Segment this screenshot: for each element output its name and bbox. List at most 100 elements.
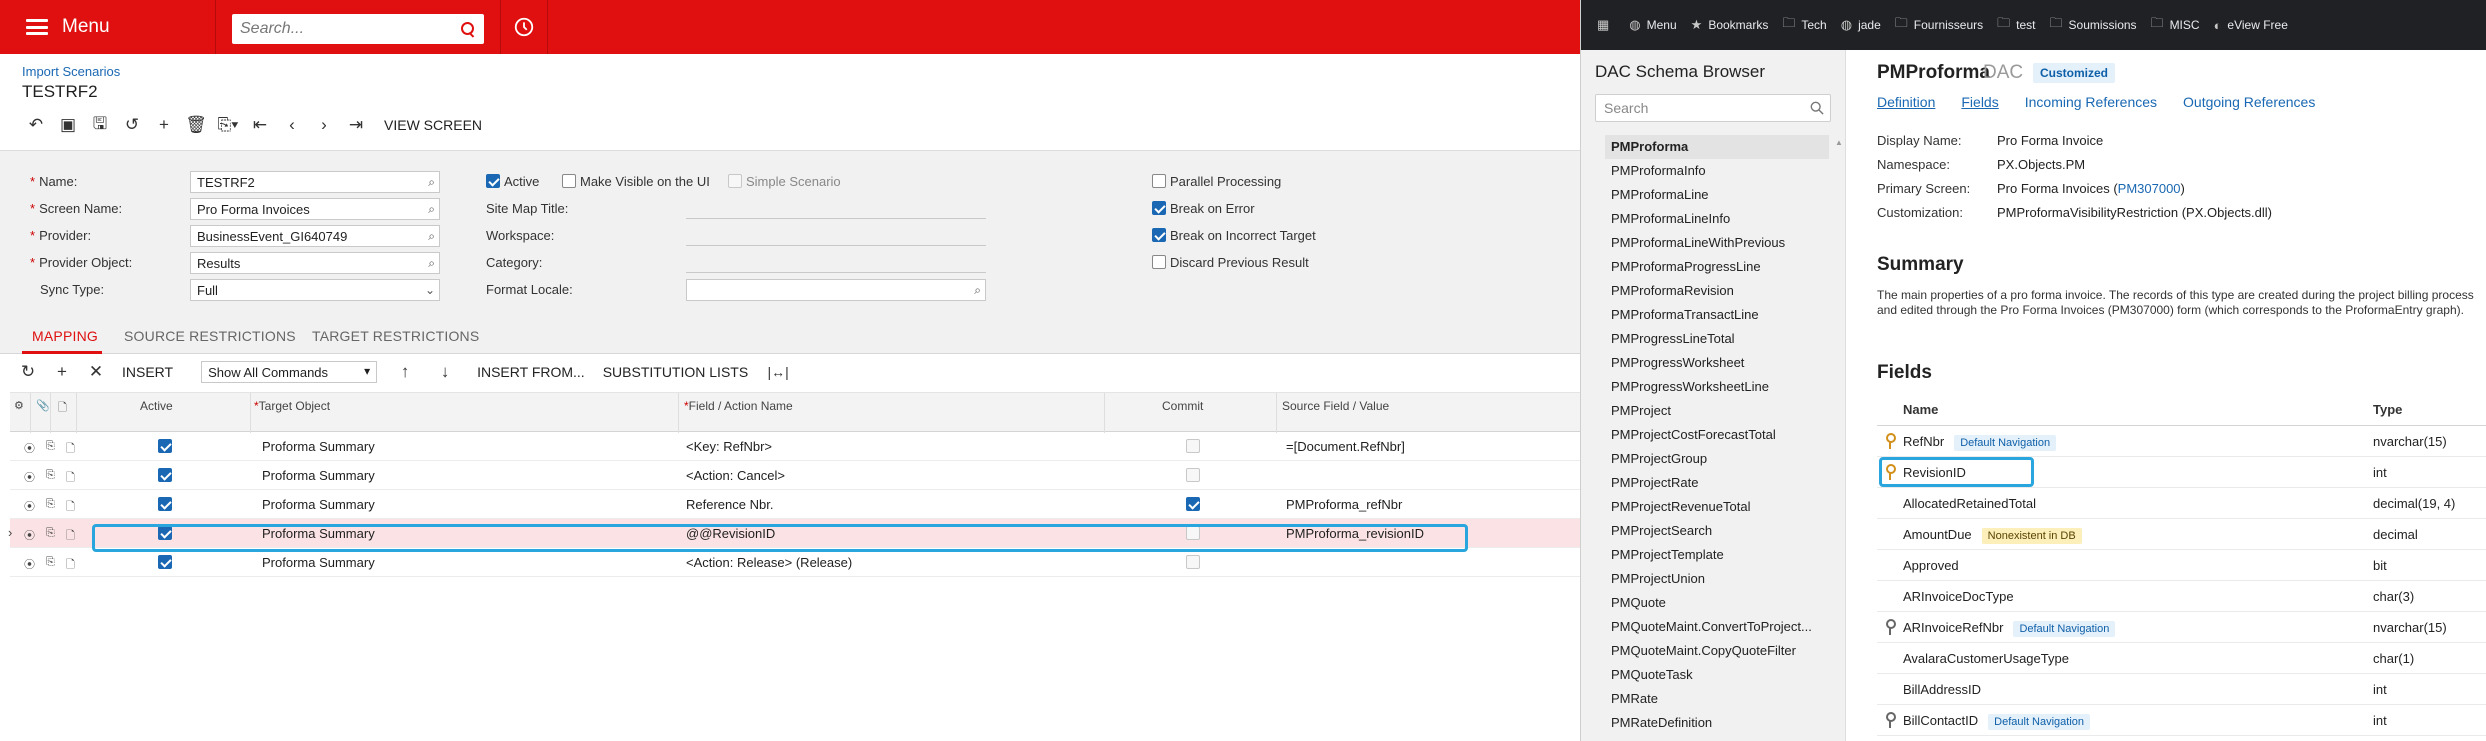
search-icon[interactable] xyxy=(1810,101,1824,115)
dac-list-item[interactable]: PMQuoteMaint.ConvertToProject... xyxy=(1605,615,1829,639)
scroll-up-icon[interactable]: ▲ xyxy=(1835,138,1843,147)
dac-list-item[interactable]: PMProgressLineTotal xyxy=(1605,327,1829,351)
dac-list-item[interactable]: PMProformaRevision xyxy=(1605,279,1829,303)
field-row[interactable]: Approved bit xyxy=(1877,550,2486,581)
bookmark-item[interactable]: 🗀 Tech xyxy=(1782,14,1826,36)
field-row[interactable]: RefNbr Default Navigation nvarchar(15) xyxy=(1877,426,2486,457)
tab-source-restrictions[interactable]: SOURCE RESTRICTIONS xyxy=(124,328,296,344)
dac-list-item[interactable]: PMRateDefinition xyxy=(1605,711,1829,735)
field-row[interactable]: ARInvoiceDocType char(3) xyxy=(1877,581,2486,612)
row-source-field[interactable]: PMProforma_refNbr xyxy=(1286,497,1402,512)
search-icon[interactable] xyxy=(460,21,476,37)
table-row[interactable]: ⦿ ⎘ 🗋 Proforma Summary Reference Nbr. PM… xyxy=(10,490,1580,519)
field-row[interactable]: AmountDue Nonexistent in DB decimal xyxy=(1877,519,2486,550)
link-outgoing-references[interactable]: Outgoing References xyxy=(2183,94,2315,110)
link-incoming-references[interactable]: Incoming References xyxy=(2025,94,2157,110)
files-icon[interactable]: ⎘ xyxy=(46,498,55,511)
dac-list-item[interactable]: PMProgressWorksheetLine xyxy=(1605,375,1829,399)
sync-type-select[interactable]: Full ⌄ xyxy=(190,279,440,301)
tab-mapping[interactable]: MAPPING xyxy=(32,328,98,344)
delete-row-icon[interactable]: ✕ xyxy=(82,362,110,382)
bookmark-item[interactable]: 🗀 Fournisseurs xyxy=(1895,14,1983,36)
delete-icon[interactable]: 🗑 xyxy=(180,112,212,138)
add-icon[interactable]: + xyxy=(148,112,180,138)
table-row[interactable]: ⦿ ⎘ 🗋 Proforma Summary <Action: Cancel> xyxy=(10,461,1580,490)
dac-list-item[interactable]: PMProject xyxy=(1605,399,1829,423)
note-icon[interactable]: 🗋 xyxy=(66,440,75,459)
provider-field[interactable]: BusinessEvent_GI640749 ⌕ xyxy=(190,225,440,247)
active-checkbox[interactable] xyxy=(486,174,500,188)
lookup-icon[interactable]: ⌕ xyxy=(428,256,435,271)
dac-list-item[interactable]: PMQuoteTask xyxy=(1605,663,1829,687)
row-field-action[interactable]: Reference Nbr. xyxy=(686,497,773,512)
field-row[interactable]: BillContactID Default Navigation int xyxy=(1877,705,2486,736)
note-icon[interactable]: 🗋 xyxy=(66,498,75,517)
row-active-checkbox[interactable] xyxy=(158,497,172,511)
field-row[interactable]: AllocatedRetainedTotal decimal(19, 4) xyxy=(1877,488,2486,519)
row-field-action[interactable]: <Key: RefNbr> xyxy=(686,439,772,454)
break-on-error-checkbox[interactable] xyxy=(1152,201,1166,215)
bookmark-item[interactable]: ★ Bookmarks xyxy=(1691,14,1769,36)
row-commit-checkbox[interactable] xyxy=(1186,439,1200,453)
attachment-icon[interactable]: ⦿ xyxy=(24,469,35,485)
refresh-icon[interactable]: ↻ xyxy=(14,362,42,382)
provider-object-field[interactable]: Results ⌕ xyxy=(190,252,440,274)
files-icon[interactable]: ⎘ xyxy=(46,469,55,482)
history-button[interactable] xyxy=(500,0,548,54)
col-source-field[interactable]: Source Field / Value xyxy=(1282,399,1389,413)
row-field-action[interactable]: <Action: Release> (Release) xyxy=(686,555,852,570)
field-row[interactable]: AvalaraCustomerUsageType char(1) xyxy=(1877,643,2486,674)
insert-from-button[interactable]: INSERT FROM... xyxy=(477,364,585,380)
cancel-icon[interactable]: ↺ xyxy=(116,112,148,138)
lookup-icon[interactable]: ⌕ xyxy=(428,202,435,217)
bookmark-item[interactable]: 🗀 Soumissions xyxy=(2050,14,2137,36)
dac-list-item[interactable]: PMRate xyxy=(1605,687,1829,711)
move-down-icon[interactable]: ↓ xyxy=(425,362,465,382)
dac-list-item[interactable]: PMProformaLineInfo xyxy=(1605,207,1829,231)
link-definition[interactable]: Definition xyxy=(1877,94,1935,110)
break-on-incorrect-target-checkbox[interactable] xyxy=(1152,228,1166,242)
dac-list-item[interactable]: PMProjectTemplate xyxy=(1605,543,1829,567)
row-target-object[interactable]: Proforma Summary xyxy=(262,439,375,454)
add-row-icon[interactable]: + xyxy=(42,362,82,382)
attachment-icon[interactable]: ⦿ xyxy=(24,556,35,572)
note-icon[interactable]: 🗋 xyxy=(66,527,75,546)
site-map-title-field[interactable] xyxy=(686,197,986,219)
category-field[interactable] xyxy=(686,251,986,273)
bookmark-item[interactable]: ◍ jade xyxy=(1841,14,1881,36)
col-field-action[interactable]: *Field / Action Name xyxy=(684,399,793,413)
lookup-icon[interactable]: ⌕ xyxy=(974,283,981,298)
link-fields[interactable]: Fields xyxy=(1961,94,1998,110)
field-tag[interactable]: Nonexistent in DB xyxy=(1981,528,2082,544)
col-target-object[interactable]: *Target Object xyxy=(254,399,330,413)
dac-list-item[interactable]: PMProforma xyxy=(1605,135,1829,159)
row-commit-checkbox[interactable] xyxy=(1186,468,1200,482)
save-icon[interactable]: 🖫 xyxy=(84,112,116,138)
row-active-checkbox[interactable] xyxy=(158,439,172,453)
field-tag[interactable]: Default Navigation xyxy=(1988,714,2091,730)
table-row[interactable]: ⦿ ⎘ 🗋 Proforma Summary <Key: RefNbr> =[D… xyxy=(10,432,1580,461)
row-field-action[interactable]: <Action: Cancel> xyxy=(686,468,785,483)
attachment-icon[interactable]: ⦿ xyxy=(24,440,35,456)
field-tag[interactable]: Default Navigation xyxy=(2013,621,2116,637)
dac-list-item[interactable]: PMProformaInfo xyxy=(1605,159,1829,183)
main-menu-button[interactable]: Menu xyxy=(0,0,216,54)
dac-list-item[interactable]: PMProjectRate xyxy=(1605,471,1829,495)
row-source-field[interactable]: =[Document.RefNbr] xyxy=(1286,439,1405,454)
dac-list-item[interactable]: PMProjectSearch xyxy=(1605,519,1829,543)
row-target-object[interactable]: Proforma Summary xyxy=(262,555,375,570)
table-row[interactable]: ⦿ ⎘ 🗋 Proforma Summary <Action: Release>… xyxy=(10,548,1580,577)
files-icon[interactable]: ⎘ xyxy=(46,527,55,540)
note-icon[interactable]: 🗋 xyxy=(66,469,75,488)
bookmark-item[interactable]: 🗀 test xyxy=(1997,14,2035,36)
bookmark-item[interactable]: ◐ eView Free xyxy=(2214,14,2288,36)
field-row[interactable]: BillAddressID int xyxy=(1877,674,2486,705)
undo-icon[interactable]: ↶ xyxy=(20,112,52,138)
attachment-icon[interactable]: ⦿ xyxy=(24,498,35,514)
last-record-icon[interactable]: ⇥ xyxy=(340,112,372,138)
previous-record-icon[interactable]: ‹ xyxy=(276,112,308,138)
breadcrumb[interactable]: Import Scenarios xyxy=(22,64,120,79)
lookup-icon[interactable]: ⌕ xyxy=(428,229,435,244)
discard-previous-result-checkbox[interactable] xyxy=(1152,255,1166,269)
field-tag[interactable]: Default Navigation xyxy=(1954,435,2057,451)
